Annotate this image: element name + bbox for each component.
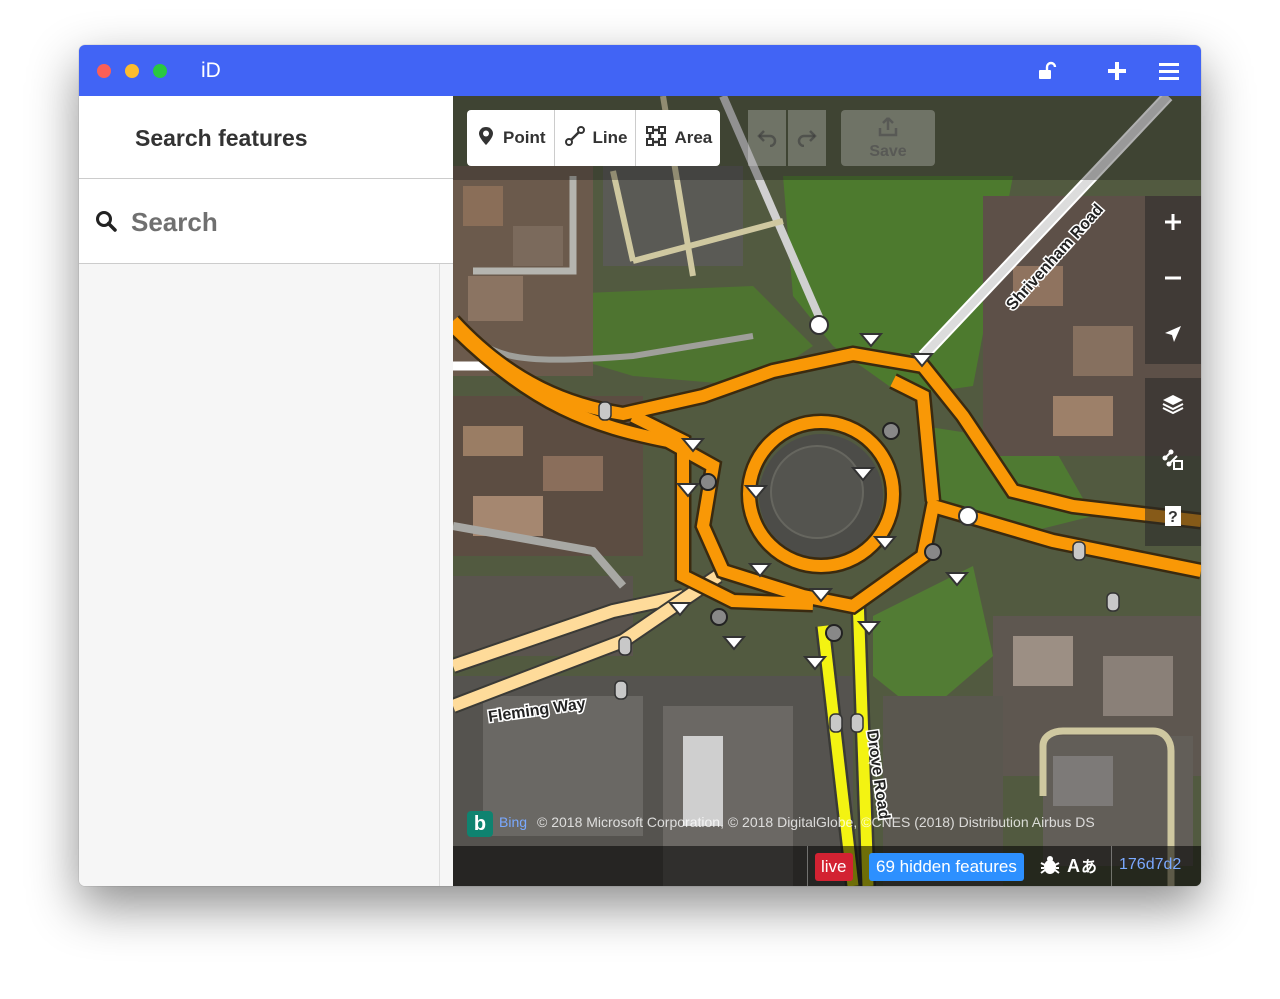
svg-text:A: A [1067, 856, 1080, 876]
save-button[interactable]: Save [841, 110, 935, 166]
line-icon [564, 125, 585, 151]
area-icon [646, 125, 667, 151]
version-link[interactable]: 176d7d2 [1119, 856, 1181, 874]
hamburger-menu-icon[interactable] [1155, 57, 1183, 85]
map-canvas[interactable]: Shrivenham Road Fleming Way Drove Road P… [453, 96, 1201, 886]
sidebar-title: Search features [135, 125, 308, 151]
add-line-button[interactable]: Line [555, 110, 637, 166]
maximize-window-button[interactable] [153, 64, 167, 78]
svg-text:?: ? [1168, 509, 1178, 526]
save-label: Save [869, 143, 907, 160]
bug-icon[interactable] [1039, 854, 1061, 881]
search-input[interactable] [129, 201, 433, 243]
sidebar-header: Search features [79, 96, 453, 179]
redo-button[interactable] [788, 110, 826, 166]
top-toolbar: Point Line Area Save [453, 96, 1201, 180]
sidebar: Search features [79, 96, 453, 886]
live-status-badge: live [815, 853, 853, 881]
bing-logo[interactable]: b [467, 811, 493, 837]
aerial-imagery: Shrivenham Road Fleming Way Drove Road [453, 96, 1201, 886]
plus-icon[interactable] [1103, 57, 1131, 85]
app-window: iD Search features Search Shrivenham Roa… [79, 45, 1201, 886]
minimize-window-button[interactable] [125, 64, 139, 78]
sidebar-resizer[interactable] [439, 264, 440, 886]
zoom-in-button[interactable] [1145, 196, 1201, 252]
footer-icon-group: Aあ [1039, 853, 1097, 881]
zoom-out-icon [1163, 268, 1183, 293]
add-feature-modes: Point Line Area [467, 110, 721, 166]
add-point-label: Point [503, 128, 546, 147]
add-area-label: Area [674, 128, 713, 147]
titlebar: iD [79, 45, 1201, 96]
help-icon: ? [1162, 504, 1184, 533]
map-data-button[interactable] [1145, 434, 1201, 490]
hidden-features-badge[interactable]: 69 hidden features [869, 853, 1024, 881]
svg-text:あ: あ [1081, 858, 1097, 876]
unlock-icon[interactable] [1033, 57, 1061, 85]
help-button[interactable]: ? [1145, 490, 1201, 546]
zoom-in-icon [1163, 212, 1183, 237]
upload-icon [877, 116, 899, 143]
undo-redo-group [748, 110, 828, 166]
point-icon [477, 126, 495, 151]
copyright-text: © 2018 Microsoft Corporation, © 2018 Dig… [537, 814, 1095, 830]
add-point-button[interactable]: Point [467, 110, 555, 166]
imagery-provider-link[interactable]: Bing [499, 814, 527, 830]
zoom-out-button[interactable] [1145, 252, 1201, 308]
background-layers-button[interactable] [1145, 378, 1201, 434]
translate-icon[interactable]: Aあ [1067, 854, 1097, 881]
add-line-label: Line [592, 128, 628, 147]
close-window-button[interactable] [97, 64, 111, 78]
map-controls: ? [1145, 196, 1201, 546]
footer-divider [1111, 846, 1112, 886]
geolocate-icon [1163, 324, 1183, 349]
redo-icon [796, 125, 818, 152]
map-data-icon [1161, 448, 1185, 477]
undo-icon [756, 125, 778, 152]
geolocate-button[interactable] [1145, 308, 1201, 364]
search-icon [95, 210, 117, 237]
undo-button[interactable] [748, 110, 786, 166]
imagery-attribution: b Bing © 2018 Microsoft Corporation, © 2… [453, 808, 1201, 838]
layers-icon [1162, 393, 1184, 420]
app-title: iD [201, 59, 221, 82]
add-area-button[interactable]: Area [636, 110, 720, 166]
search-bar [79, 179, 453, 264]
footer-divider [807, 846, 808, 886]
